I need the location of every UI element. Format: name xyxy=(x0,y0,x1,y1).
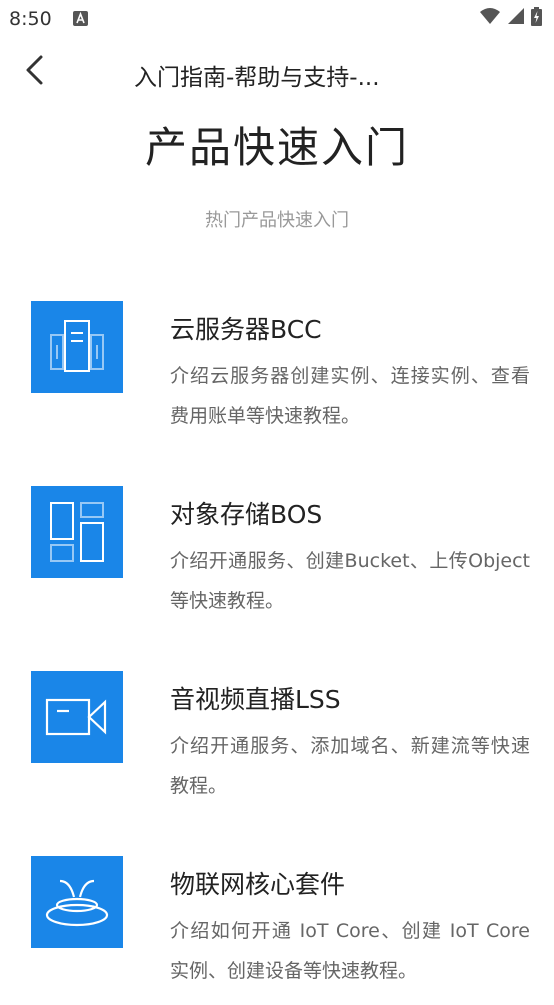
back-button[interactable] xyxy=(14,50,54,94)
server-icon xyxy=(31,301,123,393)
nav-title: 入门指南-帮助与支持-... xyxy=(134,65,380,91)
battery-charging-icon xyxy=(531,6,542,30)
product-description: 介绍开通服务、添加域名、新建流等快速教程。 xyxy=(170,735,530,797)
video-camera-icon xyxy=(31,671,123,763)
page-subtitle: 热门产品快速入门 xyxy=(205,210,349,231)
product-item-bcc[interactable]: 云服务器BCC 介绍云服务器创建实例、连接实例、查看费用账单等快速教程。 xyxy=(0,300,554,450)
chevron-left-icon xyxy=(24,54,44,90)
nav-bar: 入门指南-帮助与支持-... xyxy=(0,40,554,104)
product-name: 对象存储BOS xyxy=(170,500,323,529)
page-title: 产品快速入门 xyxy=(144,123,409,172)
accessibility-notification-icon xyxy=(73,11,88,26)
product-item-bos[interactable]: 对象存储BOS 介绍开通服务、创建Bucket、上传Object等快速教程。 xyxy=(0,485,554,635)
product-name: 云服务器BCC xyxy=(170,315,322,344)
product-name: 物联网核心套件 xyxy=(170,870,346,899)
status-time: 8:50 xyxy=(9,8,52,30)
storage-blocks-icon xyxy=(31,486,123,578)
product-description: 介绍开通服务、创建Bucket、上传Object等快速教程。 xyxy=(170,550,530,612)
product-description: 介绍云服务器创建实例、连接实例、查看费用账单等快速教程。 xyxy=(170,365,530,427)
status-bar: 8:50 xyxy=(0,0,554,38)
product-name: 音视频直播LSS xyxy=(170,685,341,714)
status-icons xyxy=(479,6,542,30)
product-item-iot[interactable]: 物联网核心套件 介绍如何开通 IoT Core、创建 IoT Core 实例、创… xyxy=(0,855,554,1005)
product-description: 介绍如何开通 IoT Core、创建 IoT Core 实例、创建设备等快速教程… xyxy=(170,920,530,982)
cellular-signal-icon xyxy=(507,7,525,29)
product-item-lss[interactable]: 音视频直播LSS 介绍开通服务、添加域名、新建流等快速教程。 xyxy=(0,670,554,820)
iot-signal-icon xyxy=(31,856,123,948)
wifi-icon xyxy=(479,7,501,29)
